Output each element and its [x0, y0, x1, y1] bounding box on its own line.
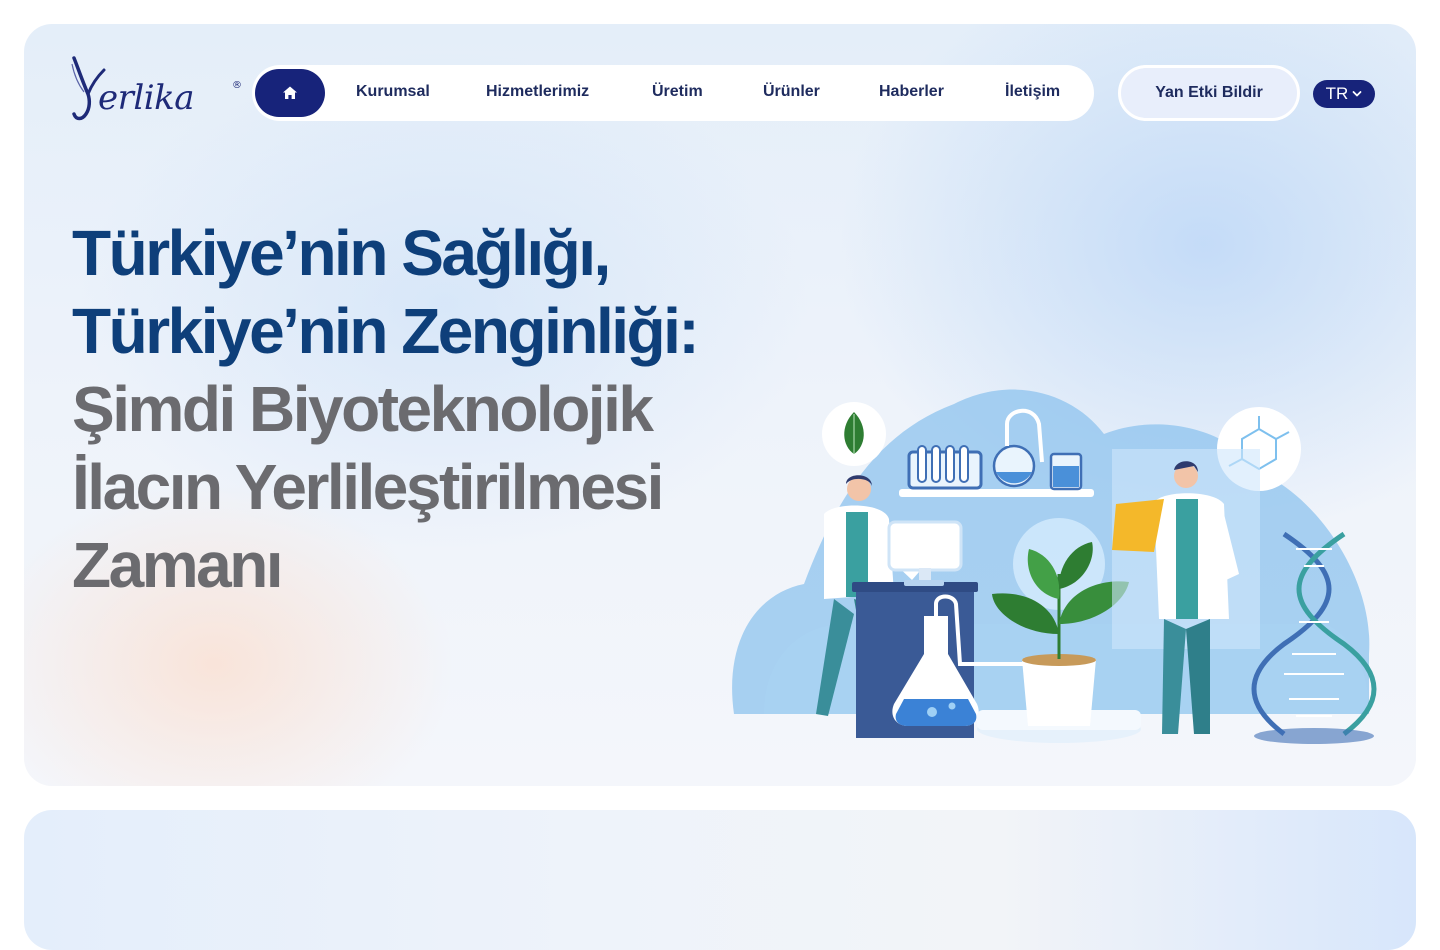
nav-item-uretim[interactable]: Üretim: [652, 83, 703, 101]
language-selector[interactable]: TR: [1313, 80, 1375, 108]
headline-line-1: Türkiye’nin Sağlığı,: [72, 217, 611, 289]
nav-item-haberler[interactable]: Haberler: [879, 83, 944, 101]
hero-headline: Türkiye’nin Sağlığı, Türkiye’nin Zenginl…: [72, 214, 752, 604]
yerlika-logo[interactable]: erlika ®: [68, 54, 242, 126]
registered-mark: ®: [232, 80, 242, 91]
language-label: TR: [1325, 84, 1349, 103]
laboratory-illustration: [732, 389, 1377, 744]
headline-line-4: İlacın Yerlileştirilmesi: [72, 451, 664, 523]
logo-wordmark: erlika: [98, 78, 195, 118]
home-button[interactable]: [255, 69, 325, 117]
computer-monitor: [887, 520, 963, 572]
report-side-effect-button[interactable]: Yan Etki Bildir: [1118, 65, 1300, 121]
nav-item-hizmetlerimiz[interactable]: Hizmetlerimiz: [486, 83, 589, 101]
headline-line-5: Zamanı: [72, 529, 284, 601]
headline-line-3: Şimdi Biyoteknolojik: [72, 373, 654, 445]
nav-item-iletisim[interactable]: İletişim: [1005, 83, 1060, 101]
nav-item-urunler[interactable]: Ürünler: [763, 83, 820, 101]
next-section-card: [24, 810, 1416, 950]
headline-line-2: Türkiye’nin Zenginliği:: [72, 295, 700, 367]
nav-item-kurumsal[interactable]: Kurumsal: [356, 83, 430, 101]
report-side-effect-label: Yan Etki Bildir: [1155, 84, 1263, 101]
main-navigation: Kurumsal Hizmetlerimiz Üretim Ürünler Ha…: [252, 65, 1094, 121]
home-icon: [283, 86, 297, 99]
chevron-down-icon: [1352, 91, 1362, 97]
hero-section: erlika ® Kurumsal Hizmetlerimiz Üretim Ü…: [24, 24, 1416, 786]
